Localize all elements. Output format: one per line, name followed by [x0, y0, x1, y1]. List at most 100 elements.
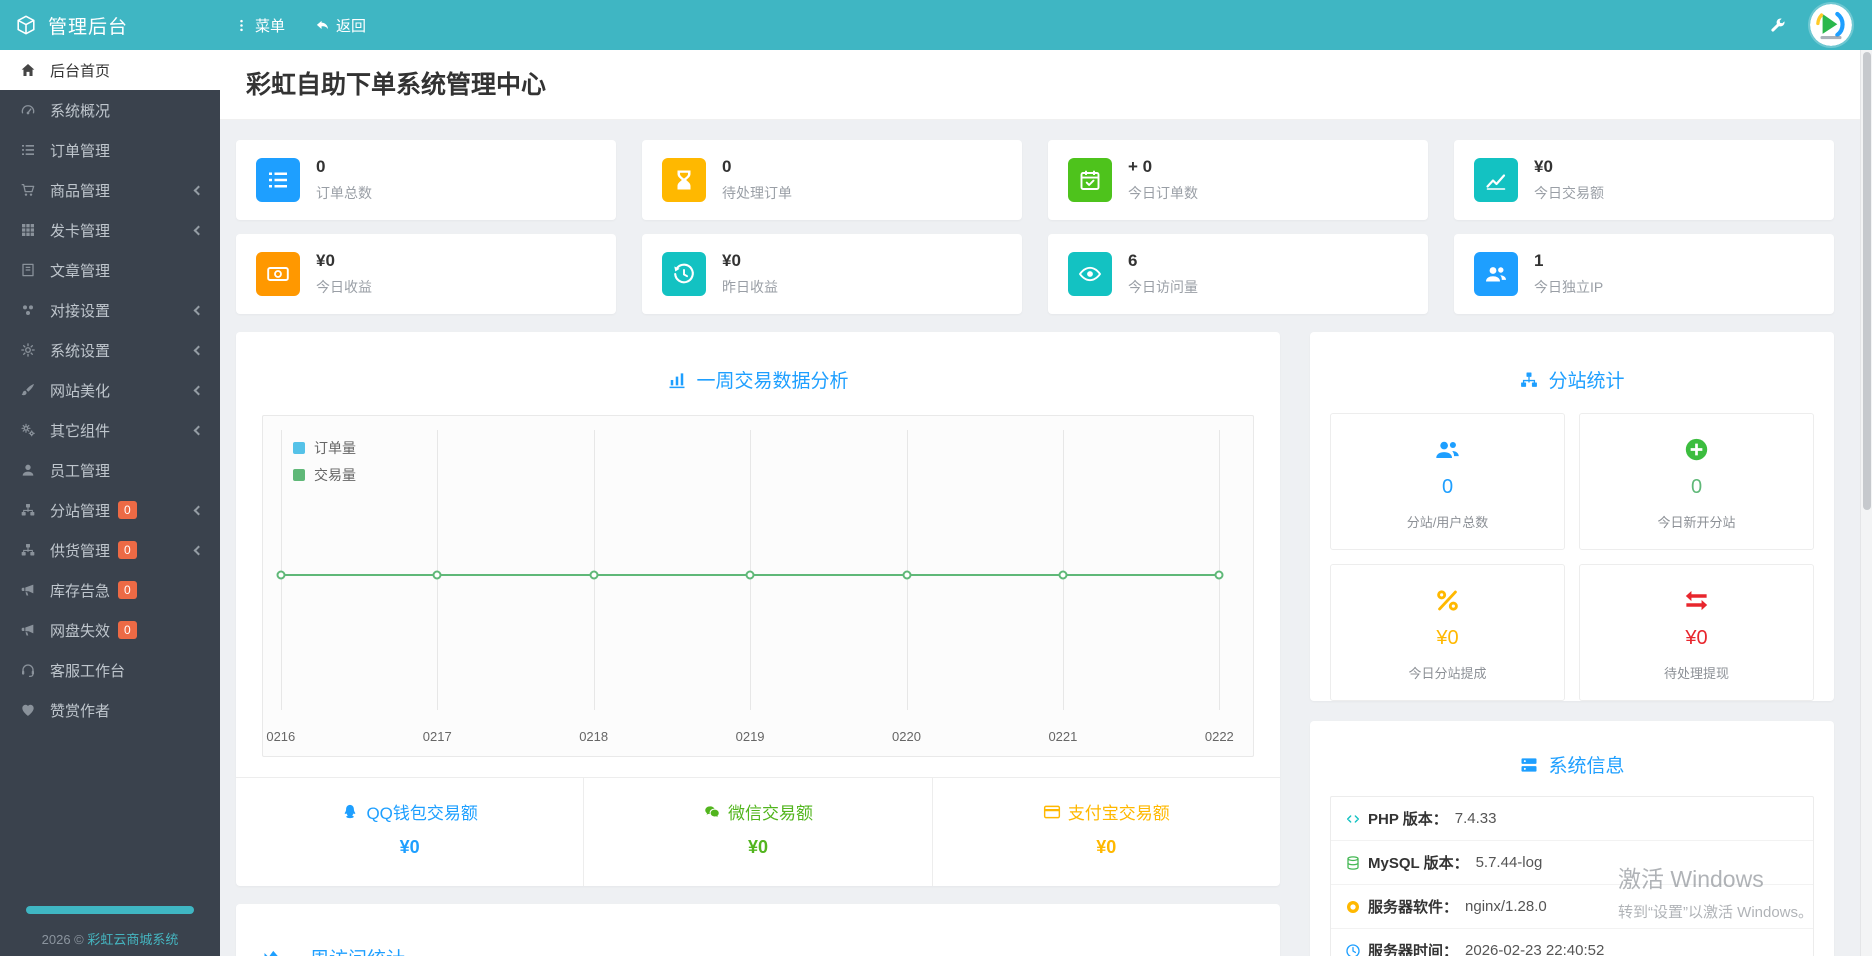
stat-text: 0 待处理订单	[722, 157, 792, 203]
sidebar-item-products[interactable]: 商品管理	[0, 170, 220, 210]
sidebar-item-home[interactable]: 后台首页	[0, 50, 220, 90]
list-icon	[20, 142, 36, 158]
sidebar-item-integration[interactable]: 对接设置	[0, 290, 220, 330]
subsite-cell-label: 今日分站提成	[1408, 666, 1487, 681]
server-icon	[1519, 755, 1539, 775]
sidebar-item-label: 客服工作台	[50, 662, 126, 680]
sidebar-item-label: 供货管理	[50, 542, 111, 560]
subsite-cell-value: 0	[1441, 476, 1454, 498]
content-area: 0 订单总数 0 待处理订单 + 0 今日订单数 ¥0 今日交易额 ¥0 今日收益 ¥0 昨日收益 6 今…	[220, 120, 1860, 956]
sidebar-item-label: 系统设置	[50, 342, 111, 360]
sysinfo-row-php-version: PHP 版本： 7.4.33	[1331, 797, 1813, 841]
subsite-cell-new-subsites-today: 0 今日新开分站	[1579, 413, 1814, 550]
stat-value: 0	[722, 157, 732, 176]
chart-data-marker	[276, 570, 286, 580]
sidebar-item-label: 赞赏作者	[50, 702, 111, 720]
trade-panel-title-text: 一周交易数据分析	[696, 371, 849, 392]
chevron-left-icon	[193, 225, 204, 235]
right-column: 分站统计 0 分站/用户总数 0 今日新开分站 ¥0 今日分站提成 ¥0 待处理提现 系统信息…	[1310, 332, 1834, 956]
menu-button[interactable]: 菜单	[234, 15, 285, 36]
sidebar-item-netdisk-invalid[interactable]: 网盘失效 0	[0, 610, 220, 650]
sidebar-collapse-bar[interactable]	[26, 906, 194, 914]
back-button-label: 返回	[336, 17, 367, 35]
database-icon	[1345, 855, 1361, 871]
back-button[interactable]: 返回	[315, 15, 366, 36]
avatar[interactable]	[1810, 4, 1852, 46]
sidebar-item-components[interactable]: 其它组件	[0, 410, 220, 450]
cube-logo-icon	[15, 14, 37, 36]
sidebar: 后台首页 系统概况 订单管理 商品管理 发卡管理 文章管理 对接设置系统设置网站美化其它组件…	[0, 50, 220, 956]
stat-icon-tile	[662, 252, 706, 296]
subsite-cell-label: 今日新开分站	[1657, 515, 1736, 530]
stat-card-today-unique-ip: 1 今日独立IP	[1454, 234, 1834, 314]
chart-x-tick-label: 0217	[422, 729, 452, 744]
stat-label: 待处理订单	[722, 185, 792, 201]
chart-data-marker	[902, 570, 911, 580]
sidebar-item-donate[interactable]: 赞赏作者	[0, 690, 220, 730]
stat-card-yesterday-income: ¥0 昨日收益	[642, 234, 1022, 314]
sidebar-item-label: 网站美化	[50, 382, 111, 400]
sidebar-item-label: 其它组件	[50, 422, 111, 440]
sidebar-item-stock-alert[interactable]: 库存告急 0	[0, 570, 220, 610]
sysinfo-value: 5.7.44-log	[1475, 854, 1543, 871]
gear-icon	[20, 342, 36, 358]
calendar-check-icon	[1078, 168, 1102, 192]
sidebar-item-subsites[interactable]: 分站管理 0	[0, 490, 220, 530]
stat-card-total-orders: 0 订单总数	[236, 140, 616, 220]
brand: 管理后台	[0, 12, 220, 39]
sysinfo-value: 2026-02-23 22:40:52	[1465, 942, 1605, 956]
sysinfo-panel-title-text: 系统信息	[1548, 756, 1625, 777]
wrench-icon[interactable]	[1769, 17, 1786, 34]
sysinfo-row-server-time: 服务器时间： 2026-02-23 22:40:52	[1331, 929, 1813, 956]
panels-row: 一周交易数据分析 订单量 交易量 0216 0217 0218 0219 0220 0221…	[236, 332, 1834, 956]
subsite-panel-title-text: 分站统计	[1548, 371, 1625, 392]
stat-text: + 0 今日订单数	[1128, 157, 1198, 203]
headset-icon	[20, 662, 36, 678]
copyright: 2026 © 彩虹云商城系统	[0, 929, 220, 948]
chevron-left-icon	[193, 345, 204, 355]
sidebar-item-supply[interactable]: 供货管理 0	[0, 530, 220, 570]
stat-label: 今日交易额	[1534, 185, 1604, 201]
pay-stat-head: 支付宝交易额	[933, 799, 1280, 824]
grid-icon	[20, 222, 36, 238]
pay-stat-value: ¥0	[747, 837, 768, 857]
sidebar-item-articles[interactable]: 文章管理	[0, 250, 220, 290]
legend-label: 交易量	[314, 467, 356, 483]
sysinfo-value: 7.4.33	[1454, 810, 1497, 827]
chart-x-tick-label: 0216	[266, 729, 296, 744]
chart-data-marker	[1058, 570, 1068, 580]
sidebar-item-support-desk[interactable]: 客服工作台	[0, 650, 220, 690]
sidebar-item-beautify[interactable]: 网站美化	[0, 370, 220, 410]
stat-value: ¥0	[722, 251, 741, 270]
sysinfo-row-server-software: 服务器软件： nginx/1.28.0	[1331, 885, 1813, 929]
pay-stat-label: 支付宝交易额	[1067, 804, 1170, 823]
chart-x-tick-label: 0219	[735, 729, 765, 744]
bullhorn-icon	[20, 582, 36, 598]
pay-stat-label: QQ钱包交易额	[366, 804, 478, 823]
chart-bar-icon	[667, 370, 687, 390]
scrollbar-thumb[interactable]	[1863, 52, 1871, 510]
clock-icon	[1345, 943, 1361, 956]
brand-title: 管理后台	[48, 16, 129, 38]
sysinfo-row-mysql-version: MySQL 版本： 5.7.44-log	[1331, 841, 1813, 885]
stat-value: + 0	[1128, 157, 1153, 176]
pay-stat-wechat: 微信交易额 ¥0	[583, 778, 931, 886]
stat-value: 6	[1128, 251, 1138, 270]
trade-panel: 一周交易数据分析 订单量 交易量 0216 0217 0218 0219 0220 0221…	[236, 332, 1280, 886]
copyright-brand-link[interactable]: 彩虹云商城系统	[87, 932, 178, 947]
stat-value: 0	[316, 157, 326, 176]
visit-panel-title: 一周访问统计	[236, 904, 1280, 956]
chevron-left-icon	[193, 545, 204, 555]
sidebar-item-settings[interactable]: 系统设置	[0, 330, 220, 370]
gauge-icon	[20, 102, 36, 118]
sidebar-item-staff[interactable]: 员工管理	[0, 450, 220, 490]
visit-panel-title-text: 一周访问统计	[291, 944, 405, 956]
cogs-icon	[20, 422, 36, 438]
subsite-panel-title: 分站统计	[1310, 332, 1834, 393]
sidebar-item-cards[interactable]: 发卡管理	[0, 210, 220, 250]
sidebar-item-orders[interactable]: 订单管理	[0, 130, 220, 170]
topbar-right	[1769, 4, 1872, 46]
sidebar-item-overview[interactable]: 系统概况	[0, 90, 220, 130]
user-icon	[20, 462, 36, 478]
sidebar-nav: 后台首页 系统概况 订单管理 商品管理 发卡管理 文章管理 对接设置系统设置网站美化其它组件…	[0, 50, 220, 730]
